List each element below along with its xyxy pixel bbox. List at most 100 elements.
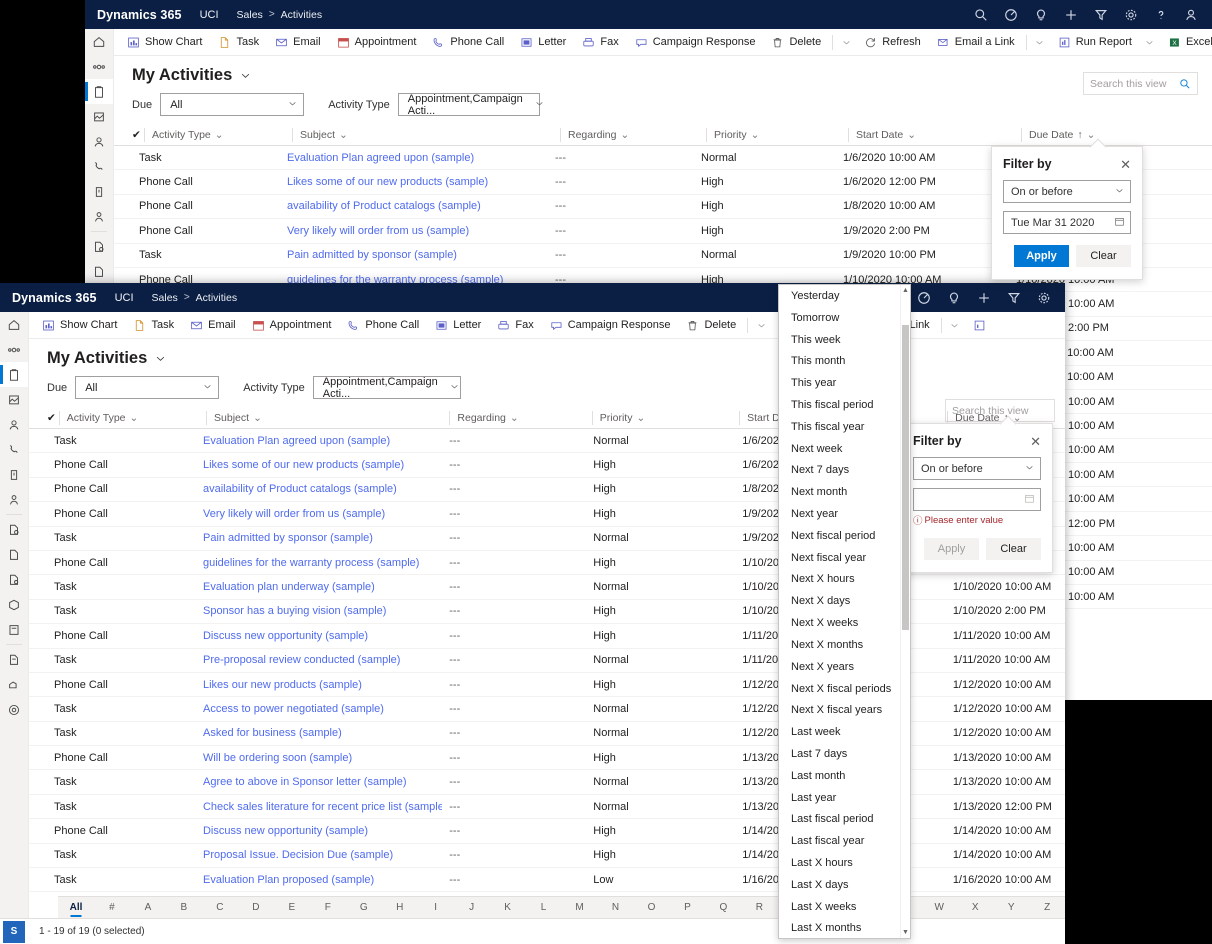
rail-item-activities[interactable] <box>0 362 28 387</box>
rail-item-recent[interactable] <box>0 337 28 362</box>
dropdown-option[interactable]: Last X hours <box>779 852 900 874</box>
cell-subject[interactable]: Check sales literature for recent price … <box>196 801 442 813</box>
alpha-x[interactable]: X <box>957 902 993 913</box>
select-all-checkmark-icon[interactable]: ✔ <box>132 129 144 141</box>
apply-button[interactable]: Apply <box>924 538 979 560</box>
cell-subject[interactable]: availability of Product catalogs (sample… <box>280 200 548 212</box>
dropdown-option[interactable]: Tomorrow <box>779 307 900 329</box>
rail-item-accounts[interactable] <box>85 204 113 229</box>
new-campaign-response-button[interactable]: Campaign Response <box>627 29 764 55</box>
alpha-o[interactable]: O <box>634 902 670 913</box>
alpha-k[interactable]: K <box>490 902 526 913</box>
assistant-icon[interactable] <box>909 283 939 312</box>
email-link-overflow-chevron-icon[interactable] <box>945 312 965 338</box>
lightbulb-icon[interactable] <box>1026 0 1056 29</box>
cell-subject[interactable]: Evaluation Plan agreed upon (sample) <box>196 435 442 447</box>
close-icon[interactable]: ✕ <box>1030 435 1041 448</box>
rail-item-opportunities[interactable] <box>0 542 28 567</box>
rail-item-dashboards[interactable] <box>0 387 28 412</box>
dropdown-option[interactable]: Next X fiscal years <box>779 699 900 721</box>
alpha-l[interactable]: L <box>526 902 562 913</box>
delete-overflow-chevron-icon[interactable] <box>751 312 771 338</box>
filter-operator-select[interactable]: On or before <box>1003 180 1131 203</box>
email-a-link-button[interactable]: Email a Link <box>929 29 1023 55</box>
alpha-n[interactable]: N <box>598 902 634 913</box>
rail-item-orders[interactable] <box>0 617 28 642</box>
new-task-button[interactable]: Task <box>125 312 182 338</box>
dropdown-option[interactable]: Next X hours <box>779 569 900 591</box>
breadcrumb-area[interactable]: Sales <box>237 9 263 21</box>
alpha-j[interactable]: J <box>454 902 490 913</box>
cell-subject[interactable]: guidelines for the warranty process (sam… <box>196 557 442 569</box>
new-task-button[interactable]: Task <box>210 29 267 55</box>
dropdown-option[interactable]: Next fiscal period <box>779 525 900 547</box>
add-icon[interactable] <box>969 283 999 312</box>
rail-item-home[interactable] <box>85 29 113 54</box>
new-fax-button[interactable]: Fax <box>574 29 626 55</box>
filter-icon[interactable] <box>1086 0 1116 29</box>
col-regarding[interactable]: Regarding ⌄ <box>449 411 591 425</box>
dropdown-option[interactable]: Yesterday <box>779 285 900 307</box>
cell-subject[interactable]: Very likely will order from us (sample) <box>280 225 548 237</box>
apply-button[interactable]: Apply <box>1014 245 1069 267</box>
dropdown-option[interactable]: Next X weeks <box>779 612 900 634</box>
view-selector-chevron-icon[interactable] <box>240 70 251 81</box>
alpha-g[interactable]: G <box>346 902 382 913</box>
alpha-h[interactable]: H <box>382 902 418 913</box>
cell-subject[interactable]: Likes our new products (sample) <box>196 679 442 691</box>
rail-item-contacts[interactable] <box>0 412 28 437</box>
filter-operator-dropdown[interactable]: Yesterday Tomorrow This week This month This… <box>778 284 911 939</box>
clear-button[interactable]: Clear <box>986 538 1041 560</box>
cell-subject[interactable]: Likes some of our new products (sample) <box>280 176 548 188</box>
new-fax-button[interactable]: Fax <box>489 312 541 338</box>
filter-operator-select[interactable]: On or before <box>913 457 1041 480</box>
dropdown-option[interactable]: This fiscal period <box>779 394 900 416</box>
dropdown-option[interactable]: Last X days <box>779 874 900 896</box>
col-priority[interactable]: Priority ⌄ <box>591 411 739 425</box>
cell-subject[interactable]: Sponsor has a buying vision (sample) <box>196 605 442 617</box>
alpha-m[interactable]: M <box>562 902 598 913</box>
dropdown-option[interactable]: Next week <box>779 438 900 460</box>
col-subject[interactable]: Subject ⌄ <box>206 411 449 425</box>
cell-subject[interactable]: Proposal Issue. Decision Due (sample) <box>196 849 442 861</box>
dropdown-options-list[interactable]: Yesterday Tomorrow This week This month This… <box>779 285 900 938</box>
col-activity-type[interactable]: Activity Type ⌄ <box>144 128 292 142</box>
rail-item-competitors[interactable] <box>0 672 28 697</box>
scroll-down-arrow-icon[interactable]: ▼ <box>901 927 910 938</box>
rail-item-opportunities[interactable] <box>85 259 113 284</box>
calendar-icon[interactable] <box>1024 493 1035 507</box>
alpha-p[interactable]: P <box>669 902 705 913</box>
dropdown-option[interactable]: Last 7 days <box>779 743 900 765</box>
calendar-icon[interactable] <box>1114 216 1125 230</box>
gear-icon[interactable] <box>1029 283 1059 312</box>
dropdown-option[interactable]: This week <box>779 329 900 351</box>
new-phone-call-button[interactable]: Phone Call <box>424 29 512 55</box>
col-regarding[interactable]: Regarding ⌄ <box>560 128 706 142</box>
scroll-up-arrow-icon[interactable]: ▲ <box>901 285 910 296</box>
delete-button[interactable]: Delete <box>763 29 829 55</box>
add-icon[interactable] <box>1056 0 1086 29</box>
rail-item-invoices[interactable] <box>0 647 28 672</box>
new-email-button[interactable]: Email <box>182 312 244 338</box>
alpha-y[interactable]: Y <box>993 902 1029 913</box>
alpha-z[interactable]: Z <box>1029 902 1065 913</box>
dropdown-option[interactable]: Next X years <box>779 656 900 678</box>
alpha-all[interactable]: All <box>58 902 94 913</box>
rail-item-activities[interactable] <box>85 79 113 104</box>
cell-subject[interactable]: Very likely will order from us (sample) <box>196 508 442 520</box>
breadcrumb-area[interactable]: Sales <box>152 292 178 304</box>
cell-subject[interactable]: Discuss new opportunity (sample) <box>196 825 442 837</box>
delete-button[interactable]: Delete <box>678 312 744 338</box>
due-select[interactable]: All <box>160 93 305 116</box>
breadcrumb-page[interactable]: Activities <box>196 292 237 304</box>
dropdown-option[interactable]: Next fiscal year <box>779 547 900 569</box>
rail-item-recent[interactable] <box>85 54 113 79</box>
rail-item-alerts[interactable] <box>85 179 113 204</box>
cell-subject[interactable]: Pain admitted by sponsor (sample) <box>196 532 442 544</box>
search-this-view-input[interactable]: Search this view <box>1083 72 1198 95</box>
alpha-d[interactable]: D <box>238 902 274 913</box>
rail-item-leads[interactable] <box>85 234 113 259</box>
rail-item-phone-calls[interactable] <box>0 437 28 462</box>
alpha-w[interactable]: W <box>921 902 957 913</box>
dropdown-option[interactable]: Last X weeks <box>779 896 900 918</box>
